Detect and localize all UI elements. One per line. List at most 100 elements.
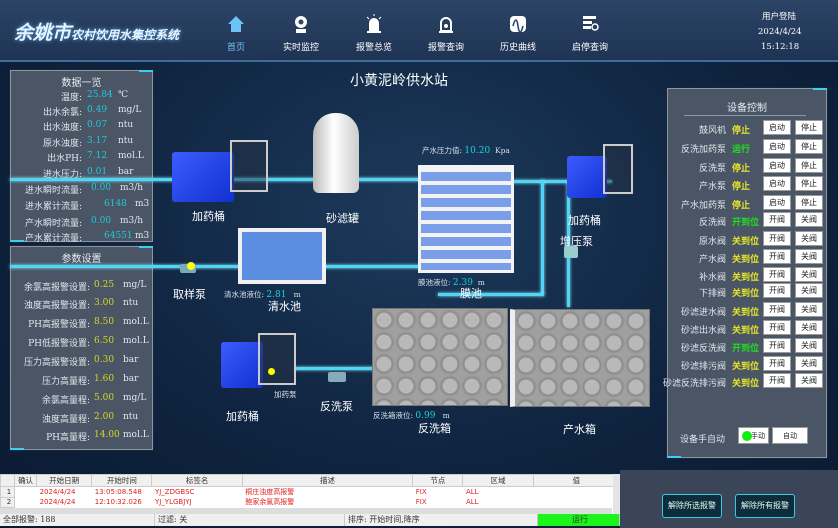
parameter-settings-panel: 参数设置 余氯高报警设置: 0.25 mg/L 浊度高报警设置: 3.00 ntu PH高报… [10,246,153,450]
product-water-tank[interactable] [510,309,650,407]
product-tank-label: 产水箱 [563,423,596,436]
dosing-tank-2[interactable] [567,156,607,198]
open-button[interactable]: 开阀 [763,231,791,246]
sample-pump[interactable] [180,262,196,273]
alarm-column-header[interactable]: 标签名 [151,474,243,487]
open-button[interactable]: 开阀 [763,356,791,371]
alarm-column-header[interactable]: 节点 [412,474,464,487]
data-label: 产水瞬时流量: [24,219,82,229]
close-button[interactable]: 关阀 [795,283,823,298]
data-value: 25.84 [87,90,113,100]
clear-water-pool[interactable] [238,228,326,284]
close-button[interactable]: 关阀 [795,373,823,388]
nav-home[interactable]: 首页 [201,14,271,53]
ack-all-alarms-button[interactable]: 解除所有报警 [735,494,795,518]
open-button[interactable]: 开阀 [763,267,791,282]
booster-pump[interactable] [564,246,578,258]
open-button[interactable]: 开阀 [763,283,791,298]
close-button[interactable]: 关阀 [795,231,823,246]
stop-button[interactable]: 停止 [795,158,823,173]
nav-realtime-monitor[interactable]: 实时监控 [266,14,336,53]
param-value[interactable]: 0.30 [94,355,114,365]
auto-mode-button[interactable]: 自动 [772,427,808,444]
backwash-tank-label: 反洗箱 [418,422,451,435]
start-button[interactable]: 启动 [763,195,791,210]
backwash-tank[interactable] [372,308,508,406]
user-login-link[interactable]: 用户登陆 [758,10,802,25]
dosing-tank-3-label: 加药桶 [226,410,259,423]
nav-start-stop-query[interactable]: 启停查询 [555,14,625,53]
nav-label: 报警总览 [355,43,392,53]
close-button[interactable]: 关阀 [795,212,823,227]
close-button[interactable]: 关阀 [795,356,823,371]
nav-history-curve[interactable]: 历史曲线 [483,14,553,53]
stop-button[interactable]: 停止 [795,120,823,135]
backwash-pump[interactable] [328,372,346,382]
param-value[interactable]: 2.00 [94,412,114,422]
close-button[interactable]: 关阀 [795,338,823,353]
device-status: 停止 [732,164,751,174]
open-button[interactable]: 开阀 [763,338,791,353]
open-button[interactable]: 开阀 [763,373,791,388]
close-button[interactable]: 关阀 [795,320,823,335]
alarm-column-header[interactable]: 值 [532,474,620,487]
sand-filter-tank[interactable] [313,113,359,193]
ack-selected-alarms-button[interactable]: 解除所选报警 [662,494,722,518]
dosing-tank-1[interactable] [172,152,234,202]
param-value[interactable]: 3.00 [94,298,114,308]
open-button[interactable]: 开阀 [763,302,791,317]
stop-button[interactable]: 停止 [795,139,823,154]
membrane-pool[interactable] [418,165,514,273]
alarm-cell-value [533,497,619,507]
station-title: 小黄泥岭供水站 [350,73,448,89]
close-button[interactable]: 关阀 [795,249,823,264]
start-button[interactable]: 启动 [763,176,791,191]
dosing-tank-2-label: 加药桶 [568,214,601,227]
param-value[interactable]: 0.25 [94,280,114,290]
app-logo-title: 余姚市农村饮用水集控系统 [14,18,179,45]
param-value[interactable]: 1.60 [94,374,114,384]
manual-label: 手动 [751,432,765,440]
param-value[interactable]: 6.50 [94,336,114,346]
nav-alarm-query[interactable]: 报警查询 [411,14,481,53]
close-button[interactable]: 关阀 [795,302,823,317]
dosing-tank-3[interactable] [221,342,263,388]
alarm-column-header[interactable]: 描述 [241,474,414,487]
alarm-row[interactable]: 1 2024/4/24 13:05:08.548 YJ_ZDGBSC 桐庄浊度高报警 FI… [0,486,620,498]
start-button[interactable]: 启动 [763,139,791,154]
current-time: 15:12:18 [761,42,800,52]
param-label: PH低报警设置: [28,339,90,349]
device-control-title: 设备控制 [727,103,767,114]
device-status: 开到位 [732,218,760,228]
device-status: 停止 [732,182,751,192]
start-button[interactable]: 启动 [763,120,791,135]
alarm-cell-node: FIX [415,488,427,496]
open-button[interactable]: 开阀 [763,249,791,264]
alarm-cell-desc: 桐庄浊度高报警 [245,488,295,496]
param-value[interactable]: 5.00 [94,393,114,403]
open-button[interactable]: 开阀 [763,212,791,227]
alarm-column-header[interactable]: 开始日期 [36,474,93,487]
alarm-column-header[interactable]: 确认 [14,474,38,487]
membrane-pool-label: 膜池 [460,287,482,300]
param-label: PH高量程: [46,433,90,443]
alarm-cell-date: 2024/4/24 [39,488,76,496]
close-button[interactable]: 关阀 [795,267,823,282]
param-value[interactable]: 8.50 [94,317,114,327]
open-button[interactable]: 开阀 [763,320,791,335]
alarm-row[interactable]: 2 2024/4/24 12:10:32.026 YJ_YLGBJYJ 鲍家余氯高报警 F… [0,496,620,508]
user-info: 用户登陆 2024/4/24 15:12:18 [758,10,802,55]
nav-alarm-overview[interactable]: 报警总览 [339,14,409,53]
stop-button[interactable]: 停止 [795,176,823,191]
manual-mode-button[interactable]: 手动 [738,427,769,444]
vertical-scrollbar[interactable] [613,474,620,514]
alarm-column-header[interactable]: 区域 [462,474,534,487]
data-value: 64551 [104,231,133,241]
param-unit: bar [123,374,139,384]
data-label: 出水余氯: [42,108,82,118]
stop-button[interactable]: 停止 [795,195,823,210]
dosing-pump-indicator [268,368,275,375]
alarm-column-header[interactable]: 开始时间 [91,474,153,487]
param-value[interactable]: 14.00 [94,430,120,440]
start-button[interactable]: 启动 [763,158,791,173]
